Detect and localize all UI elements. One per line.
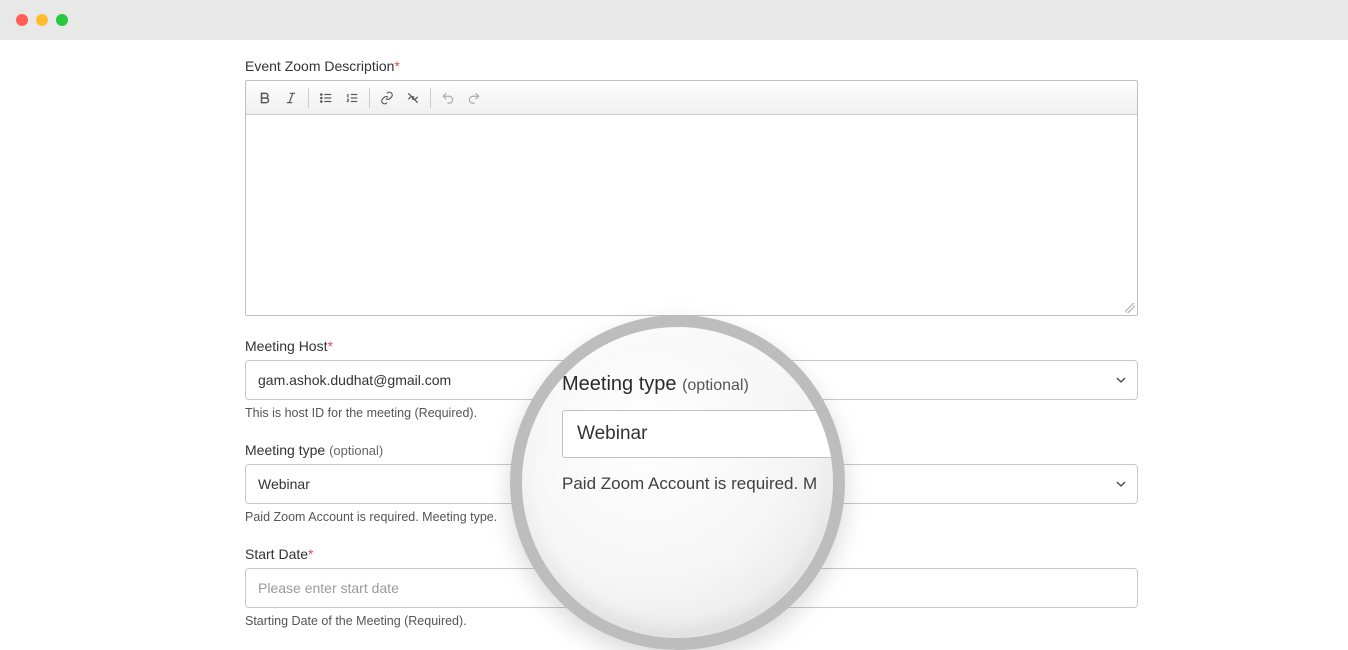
meeting-host-label-text: Meeting Host bbox=[245, 338, 327, 354]
unlink-button[interactable] bbox=[400, 85, 426, 111]
undo-button[interactable] bbox=[435, 85, 461, 111]
field-description: Event Zoom Description* bbox=[245, 58, 1138, 316]
lens-meeting-type-select[interactable]: Webinar bbox=[562, 410, 842, 458]
meeting-type-label-text: Meeting type bbox=[245, 442, 325, 458]
numbered-list-button[interactable] bbox=[339, 85, 365, 111]
bullet-list-button[interactable] bbox=[313, 85, 339, 111]
lens-optional-text: (optional) bbox=[682, 377, 749, 394]
required-asterisk: * bbox=[308, 546, 313, 562]
description-label-text: Event Zoom Description bbox=[245, 58, 394, 74]
link-button[interactable] bbox=[374, 85, 400, 111]
toolbar-separator bbox=[369, 88, 370, 108]
close-window-dot[interactable] bbox=[16, 14, 28, 26]
meeting-type-optional: (optional) bbox=[329, 443, 383, 458]
required-asterisk: * bbox=[394, 58, 399, 74]
lens-label-text: Meeting type bbox=[562, 373, 677, 395]
magnifier-lens: Meeting type (optional) Webinar Paid Zoo… bbox=[510, 315, 845, 650]
toolbar-separator bbox=[430, 88, 431, 108]
redo-button[interactable] bbox=[461, 85, 487, 111]
resize-handle-icon[interactable] bbox=[1125, 303, 1135, 313]
rich-text-editor bbox=[245, 80, 1138, 316]
required-asterisk: * bbox=[327, 338, 332, 354]
start-date-label-text: Start Date bbox=[245, 546, 308, 562]
rte-body[interactable] bbox=[246, 115, 1137, 315]
lens-meeting-type-label: Meeting type (optional) bbox=[562, 373, 793, 396]
minimize-window-dot[interactable] bbox=[36, 14, 48, 26]
maximize-window-dot[interactable] bbox=[56, 14, 68, 26]
lens-content: Meeting type (optional) Webinar Paid Zoo… bbox=[562, 373, 793, 494]
italic-button[interactable] bbox=[278, 85, 304, 111]
rte-toolbar bbox=[246, 81, 1137, 115]
description-label: Event Zoom Description* bbox=[245, 58, 1138, 74]
bold-button[interactable] bbox=[252, 85, 278, 111]
lens-select-value: Webinar bbox=[577, 423, 647, 444]
toolbar-separator bbox=[308, 88, 309, 108]
lens-help-text: Paid Zoom Account is required. M bbox=[562, 474, 793, 494]
window-titlebar bbox=[0, 0, 1348, 40]
